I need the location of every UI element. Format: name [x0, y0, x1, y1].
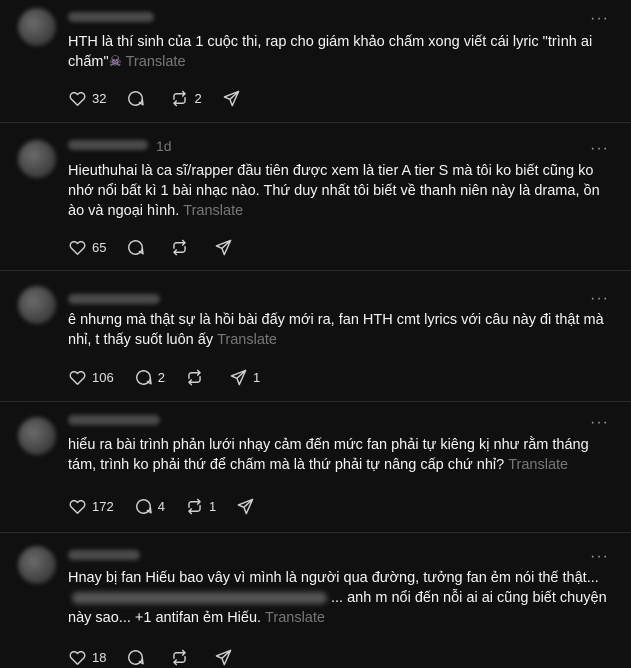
translate-link[interactable]: Translate — [265, 610, 325, 626]
skull-emoji: ☠ — [108, 54, 122, 70]
more-icon[interactable]: ··· — [590, 291, 609, 307]
like-button[interactable]: 172 — [68, 497, 114, 516]
heart-icon — [69, 240, 86, 255]
thread-post: ··· ê nhưng mà thật sự là hồi bài đấy mớ… — [0, 272, 631, 402]
username[interactable] — [68, 550, 140, 560]
translate-link[interactable]: Translate — [217, 332, 277, 348]
avatar[interactable] — [18, 546, 56, 584]
post-body: ê nhưng mà thật sự là hồi bài đấy mới ra… — [68, 312, 604, 348]
share-button[interactable] — [222, 89, 246, 108]
post-body: Hieuthuhai là ca sĩ/rapper đầu tiên được… — [68, 163, 600, 219]
action-bar: 18 — [68, 646, 258, 668]
post-text: Hieuthuhai là ca sĩ/rapper đầu tiên được… — [68, 161, 613, 221]
more-icon[interactable]: ··· — [590, 11, 609, 27]
thread-post: ··· HTH là thí sinh của 1 cuộc thi, rap … — [0, 0, 631, 123]
username[interactable] — [68, 415, 160, 425]
action-bar: 65 — [68, 236, 258, 258]
post-text: Hnay bị fan Hiếu bao vây vì mình là ngườ… — [68, 568, 613, 628]
repost-button[interactable] — [170, 238, 194, 257]
repost-button[interactable]: 2 — [170, 89, 202, 108]
post-body: Hnay bị fan Hiếu bao vây vì mình là ngườ… — [68, 570, 599, 586]
more-icon[interactable]: ··· — [590, 549, 609, 565]
share-icon — [216, 649, 232, 665]
post-text: hiểu ra bài trình phản lưới nhạy cảm đến… — [68, 435, 613, 475]
more-icon[interactable]: ··· — [590, 415, 609, 431]
share-icon — [230, 369, 247, 385]
username[interactable] — [68, 12, 154, 22]
repost-icon — [188, 369, 201, 385]
comment-icon — [128, 239, 145, 255]
like-count: 172 — [92, 498, 114, 514]
repost-button[interactable] — [185, 368, 209, 387]
like-count: 18 — [92, 649, 107, 665]
username[interactable] — [68, 140, 148, 150]
post-time: 1d — [156, 138, 172, 154]
avatar[interactable] — [18, 286, 56, 324]
reply-button[interactable]: 2 — [134, 368, 165, 387]
like-count: 32 — [92, 90, 107, 106]
avatar[interactable] — [18, 417, 56, 455]
heart-icon — [69, 499, 86, 514]
post-text: HTH là thí sinh của 1 cuộc thi, rap cho … — [68, 32, 613, 72]
blurred-text — [72, 592, 327, 605]
share-icon — [223, 90, 240, 106]
reply-button[interactable] — [126, 89, 150, 108]
repost-icon — [173, 90, 187, 106]
repost-button[interactable]: 1 — [185, 497, 216, 516]
post-text: ê nhưng mà thật sự là hồi bài đấy mới ra… — [68, 310, 613, 350]
comment-icon — [135, 369, 152, 385]
reply-button[interactable] — [126, 238, 150, 257]
like-button[interactable]: 65 — [68, 238, 106, 257]
comment-icon — [128, 90, 145, 106]
username[interactable] — [68, 294, 160, 304]
heart-icon — [69, 650, 86, 665]
action-bar: 106 2 1 — [68, 366, 280, 388]
repost-icon — [173, 239, 187, 255]
reply-count: 4 — [157, 498, 165, 514]
share-button[interactable] — [214, 648, 238, 667]
like-count: 106 — [92, 369, 114, 385]
share-count: 1 — [252, 369, 261, 385]
thread-post: ··· hiểu ra bài trình phản lưới nhạy cảm… — [0, 403, 631, 533]
reply-count: 2 — [157, 369, 165, 385]
like-count: 65 — [92, 239, 107, 255]
share-button[interactable] — [236, 497, 260, 516]
share-button[interactable]: 1 — [229, 368, 260, 387]
thread-post: 1d ··· Hieuthuhai là ca sĩ/rapper đầu ti… — [0, 124, 631, 271]
comment-icon — [135, 498, 152, 514]
heart-icon — [69, 91, 86, 106]
like-button[interactable]: 106 — [68, 368, 114, 387]
translate-link[interactable]: Translate — [126, 54, 186, 70]
share-button[interactable] — [214, 238, 238, 257]
heart-icon — [69, 370, 86, 385]
reply-button[interactable] — [126, 648, 150, 667]
share-icon — [216, 239, 232, 255]
reply-button[interactable]: 4 — [134, 497, 165, 516]
repost-icon — [173, 649, 187, 665]
thread-post: ··· Hnay bị fan Hiếu bao vây vì mình là … — [0, 534, 631, 668]
avatar[interactable] — [18, 8, 56, 46]
repost-count: 1 — [208, 498, 217, 514]
translate-link[interactable]: Translate — [183, 203, 243, 219]
repost-icon — [188, 498, 201, 514]
translate-link[interactable]: Translate — [508, 457, 568, 473]
share-icon — [237, 498, 254, 514]
action-bar: 172 4 1 — [68, 495, 280, 517]
comment-icon — [128, 649, 145, 665]
action-bar: 32 2 — [68, 87, 266, 109]
like-button[interactable]: 18 — [68, 648, 106, 667]
like-button[interactable]: 32 — [68, 89, 106, 108]
avatar[interactable] — [18, 140, 56, 178]
repost-count: 2 — [194, 90, 202, 106]
repost-button[interactable] — [170, 648, 194, 667]
more-icon[interactable]: ··· — [590, 141, 609, 157]
